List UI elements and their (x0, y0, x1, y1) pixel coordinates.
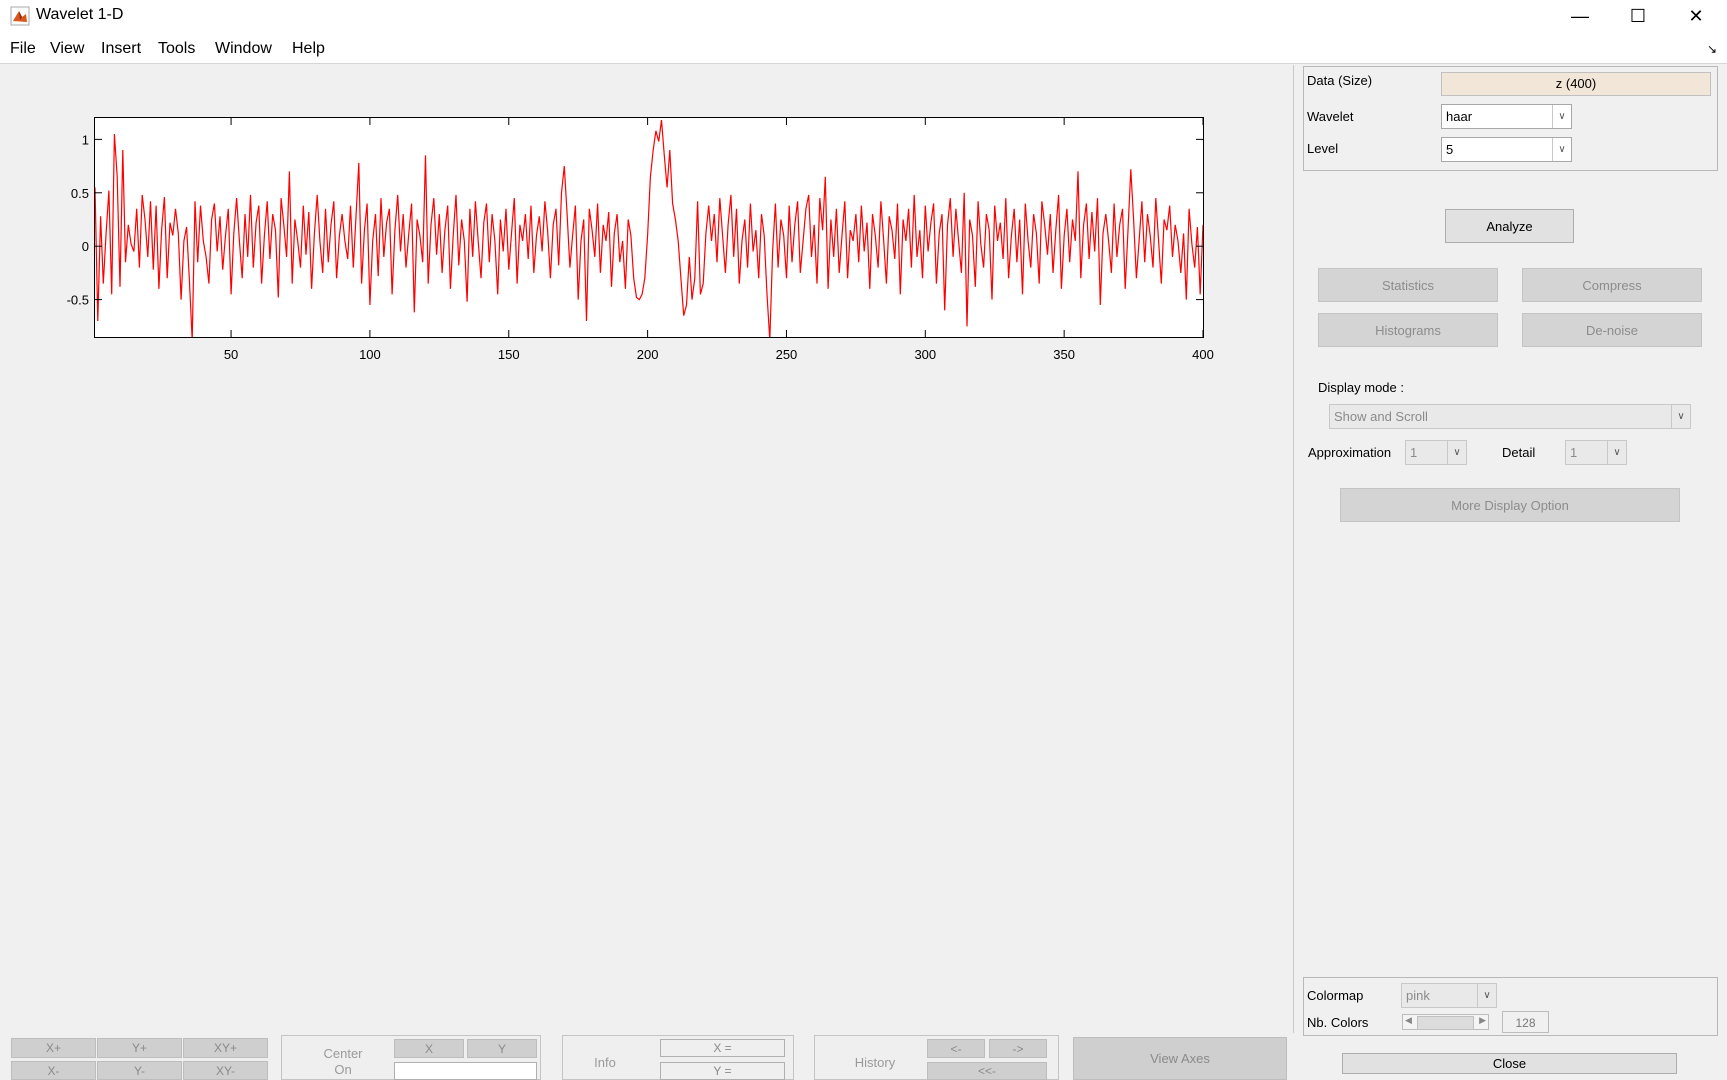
wavelet-select[interactable]: haar ∨ (1441, 104, 1572, 129)
nb-colors-field[interactable]: 128 (1502, 1011, 1549, 1033)
more-display-option-button[interactable]: More Display Option (1340, 488, 1680, 522)
history-back-button[interactable]: <- (927, 1039, 985, 1058)
statistics-button[interactable]: Statistics (1318, 268, 1498, 302)
x-tick-label: 300 (914, 347, 936, 362)
axis-ticks: 50 100 150 200 250 300 350 400 1 0.5 0 -0.5 (67, 118, 1214, 362)
matlab-app-icon (10, 6, 30, 26)
colormap-select[interactable]: pink ∨ (1401, 983, 1497, 1008)
level-select[interactable]: 5 ∨ (1441, 137, 1572, 162)
detail-label: Detail (1502, 445, 1536, 460)
center-on-label-line2: On (334, 1062, 352, 1077)
detail-value: 1 (1570, 445, 1578, 460)
nb-colors-slider[interactable]: ◀ ▶ (1402, 1014, 1489, 1030)
wavelet-label: Wavelet (1307, 109, 1354, 124)
maximize-button[interactable]: ☐ (1609, 0, 1667, 32)
display-mode-label: Display mode : (1318, 380, 1404, 395)
menu-help[interactable]: Help (292, 40, 325, 58)
x-minus-button[interactable]: X- (11, 1061, 96, 1080)
y-tick-label: -0.5 (67, 293, 89, 308)
chevron-down-icon: ∨ (1477, 984, 1496, 1007)
x-tick-label: 250 (776, 347, 798, 362)
x-tick-label: 150 (498, 347, 520, 362)
xy-plus-button[interactable]: XY+ (183, 1038, 268, 1058)
menu-view[interactable]: View (50, 40, 84, 58)
approximation-label: Approximation (1308, 445, 1392, 460)
chevron-down-icon: ∨ (1671, 405, 1690, 428)
minimize-icon: — (1571, 5, 1589, 26)
slider-right-arrow-icon: ▶ (1479, 1015, 1486, 1025)
maximize-icon: ☐ (1629, 5, 1647, 26)
info-y-field: Y = (660, 1062, 785, 1080)
center-on-display (394, 1062, 537, 1080)
colormap-value: pink (1406, 988, 1430, 1003)
menu-tools[interactable]: Tools (158, 40, 195, 58)
info-x-field: X = (660, 1039, 785, 1057)
slider-thumb[interactable] (1417, 1016, 1474, 1030)
close-button[interactable]: Close (1342, 1053, 1677, 1074)
window-title: Wavelet 1-D (36, 6, 124, 23)
history-label: History (854, 1055, 896, 1070)
nb-colors-label: Nb. Colors (1307, 1015, 1369, 1030)
data-size-label: Data (Size) (1307, 73, 1373, 88)
chevron-down-icon: ∨ (1552, 105, 1571, 128)
chevron-down-icon: ∨ (1552, 138, 1571, 161)
close-window-button[interactable]: ✕ (1667, 0, 1725, 32)
x-tick-label: 100 (359, 347, 381, 362)
x-plus-button[interactable]: X+ (11, 1038, 96, 1058)
x-tick-label: 400 (1192, 347, 1214, 362)
chevron-down-icon: ∨ (1607, 441, 1626, 464)
minimize-button[interactable]: — (1551, 0, 1609, 32)
menu-window[interactable]: Window (215, 40, 272, 58)
center-x-button[interactable]: X (394, 1039, 464, 1058)
chevron-down-icon: ∨ (1447, 441, 1466, 464)
y-tick-label: 0.5 (71, 186, 89, 201)
analyze-button[interactable]: Analyze (1445, 209, 1574, 243)
y-minus-button[interactable]: Y- (97, 1061, 182, 1080)
approximation-value: 1 (1410, 445, 1418, 460)
dock-arrow-icon[interactable]: ↘ (1707, 42, 1717, 56)
y-plus-button[interactable]: Y+ (97, 1038, 182, 1058)
denoise-button[interactable]: De-noise (1522, 313, 1702, 347)
colormap-label: Colormap (1307, 988, 1364, 1003)
display-mode-select[interactable]: Show and Scroll ∨ (1329, 404, 1691, 429)
xy-minus-button[interactable]: XY- (183, 1061, 268, 1080)
center-y-button[interactable]: Y (467, 1039, 537, 1058)
y-tick-label: 0 (82, 239, 89, 254)
histograms-button[interactable]: Histograms (1318, 313, 1498, 347)
view-axes-button[interactable]: View Axes (1073, 1037, 1287, 1080)
y-tick-label: 1 (82, 132, 89, 147)
history-forward-button[interactable]: -> (989, 1039, 1047, 1058)
compress-button[interactable]: Compress (1522, 268, 1702, 302)
x-tick-label: 50 (224, 347, 238, 362)
history-first-button[interactable]: <<- (927, 1062, 1047, 1080)
x-tick-label: 350 (1053, 347, 1075, 362)
display-mode-value: Show and Scroll (1334, 409, 1428, 424)
level-label: Level (1307, 141, 1339, 156)
slider-left-arrow-icon: ◀ (1405, 1015, 1412, 1025)
level-select-value: 5 (1446, 142, 1454, 157)
center-on-label: Center On (310, 1046, 376, 1078)
info-label: Info (594, 1055, 616, 1070)
close-icon: ✕ (1688, 5, 1704, 26)
detail-select[interactable]: 1 ∨ (1565, 440, 1627, 465)
menu-file[interactable]: File (10, 40, 36, 58)
data-size-field: z (400) (1441, 72, 1711, 96)
center-on-label-line1: Center (323, 1046, 363, 1061)
title-bar (0, 0, 1727, 32)
approximation-select[interactable]: 1 ∨ (1405, 440, 1467, 465)
menu-insert[interactable]: Insert (101, 40, 141, 58)
wavelet-select-value: haar (1446, 109, 1473, 124)
x-tick-label: 200 (637, 347, 659, 362)
